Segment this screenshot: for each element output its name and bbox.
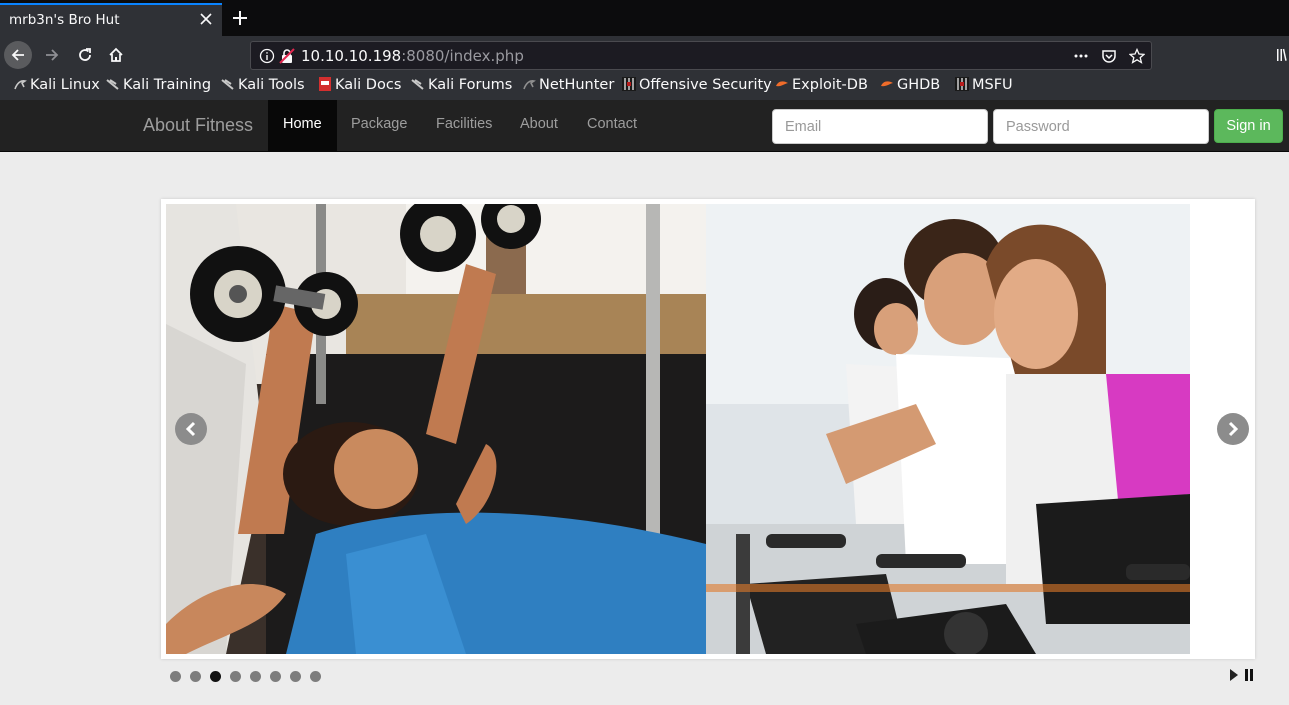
site-navbar: About Fitness Home Package Facilities Ab…	[0, 100, 1289, 152]
kali-dragon-icon	[411, 79, 424, 90]
url-text: 10.10.10.198:8080/index.php	[301, 47, 524, 65]
bookmark-label: NetHunter	[539, 77, 615, 93]
pocket-icon[interactable]	[1101, 48, 1117, 64]
carousel-dot[interactable]	[230, 671, 241, 682]
carousel-image-dumbbells	[166, 204, 706, 654]
email-input[interactable]	[772, 109, 988, 144]
bookmark-ghdb[interactable]: GHDB	[880, 77, 940, 97]
carousel-next-button[interactable]	[1217, 413, 1249, 445]
bookmark-exploit-db[interactable]: Exploit-DB	[775, 77, 868, 97]
bookmark-label: Kali Docs	[335, 77, 402, 93]
insecure-lock-icon[interactable]	[279, 48, 295, 64]
kali-dragon-icon	[106, 79, 119, 90]
browser-toolbar: 10.10.10.198:8080/index.php	[0, 36, 1289, 74]
nethunter-icon	[523, 80, 536, 90]
carousel-prev-button[interactable]	[175, 413, 207, 445]
pause-icon-bar	[1250, 669, 1253, 681]
page-actions-icon[interactable]	[1073, 48, 1089, 64]
browser-tab-bar: mrb3n's Bro Hut	[0, 0, 1289, 36]
bookmark-msfu[interactable]: MSFU	[955, 77, 1013, 97]
dumbbell-workout-photo	[166, 204, 706, 654]
bookmark-label: MSFU	[972, 77, 1013, 93]
bookmark-label: Kali Linux	[30, 77, 100, 93]
bookmark-label: Kali Training	[123, 77, 212, 93]
back-button[interactable]	[4, 41, 32, 69]
kali-docs-icon	[319, 77, 331, 91]
carousel-dot[interactable]	[190, 671, 201, 682]
back-arrow-icon	[11, 49, 24, 61]
nav-contact[interactable]: Contact	[572, 100, 652, 151]
address-bar[interactable]: 10.10.10.198:8080/index.php	[250, 41, 1152, 70]
play-icon[interactable]	[1230, 669, 1238, 681]
reload-button[interactable]	[71, 41, 99, 69]
bookmark-label: GHDB	[897, 77, 941, 93]
bookmark-label: Kali Tools	[238, 77, 305, 93]
bookmark-kali-docs[interactable]: Kali Docs	[318, 77, 401, 97]
bookmark-kali-tools[interactable]: Kali Tools	[221, 77, 305, 97]
forward-button[interactable]	[38, 41, 66, 69]
bookmark-label: Kali Forums	[428, 77, 513, 93]
nav-package[interactable]: Package	[336, 100, 422, 151]
bookmark-nethunter[interactable]: NetHunter	[522, 77, 614, 97]
bookmarks-toolbar: Kali Linux Kali Training Kali Tools Kali…	[0, 74, 1289, 100]
tab-title: mrb3n's Bro Hut	[9, 12, 120, 28]
nav-facilities[interactable]: Facilities	[421, 100, 507, 151]
kali-dragon-icon	[14, 80, 27, 90]
bookmark-star-icon[interactable]	[1129, 48, 1145, 64]
bookmark-label: Exploit-DB	[792, 77, 868, 93]
kali-dragon-icon	[221, 79, 234, 90]
browser-tab[interactable]: mrb3n's Bro Hut	[0, 3, 222, 36]
forward-arrow-icon	[46, 49, 59, 61]
password-input[interactable]	[993, 109, 1209, 144]
carousel-play-pause-control[interactable]	[1228, 668, 1256, 682]
carousel-dot[interactable]	[290, 671, 301, 682]
url-host: 10.10.10.198	[301, 47, 402, 65]
carousel-dot[interactable]	[250, 671, 261, 682]
url-path: :8080/index.php	[401, 47, 524, 65]
home-button[interactable]	[102, 41, 130, 69]
bookmark-offensive-security[interactable]: Offensive Security	[622, 77, 772, 97]
offsec-icon	[622, 77, 636, 91]
carousel-dot[interactable]	[170, 671, 181, 682]
bookmark-label: Offensive Security	[639, 77, 772, 93]
offsec-icon	[955, 77, 969, 91]
spinning-class-photo	[706, 204, 1190, 654]
carousel-image-spinning	[706, 204, 1190, 654]
bookmark-kali-forums[interactable]: Kali Forums	[411, 77, 512, 97]
carousel-dot[interactable]	[310, 671, 321, 682]
carousel-dot[interactable]	[270, 671, 281, 682]
carousel-dot[interactable]	[210, 671, 221, 682]
pause-icon[interactable]	[1245, 669, 1248, 681]
exploitdb-icon	[881, 81, 893, 87]
reload-icon	[79, 48, 91, 61]
nav-home[interactable]: Home	[268, 100, 337, 151]
new-tab-icon[interactable]	[230, 8, 250, 28]
chevron-right-icon	[1228, 421, 1239, 437]
close-tab-icon[interactable]	[198, 11, 214, 27]
info-icon[interactable]	[259, 48, 275, 64]
library-icon[interactable]	[1276, 47, 1289, 63]
bookmark-kali-training[interactable]: Kali Training	[106, 77, 211, 97]
site-brand[interactable]: About Fitness	[143, 115, 253, 136]
exploitdb-icon	[776, 81, 788, 87]
image-carousel	[161, 199, 1255, 659]
sign-in-button[interactable]: Sign in	[1214, 109, 1283, 143]
bookmark-kali-linux[interactable]: Kali Linux	[13, 77, 100, 97]
nav-about[interactable]: About	[505, 100, 573, 151]
home-icon	[109, 47, 123, 62]
chevron-left-icon	[185, 421, 196, 437]
